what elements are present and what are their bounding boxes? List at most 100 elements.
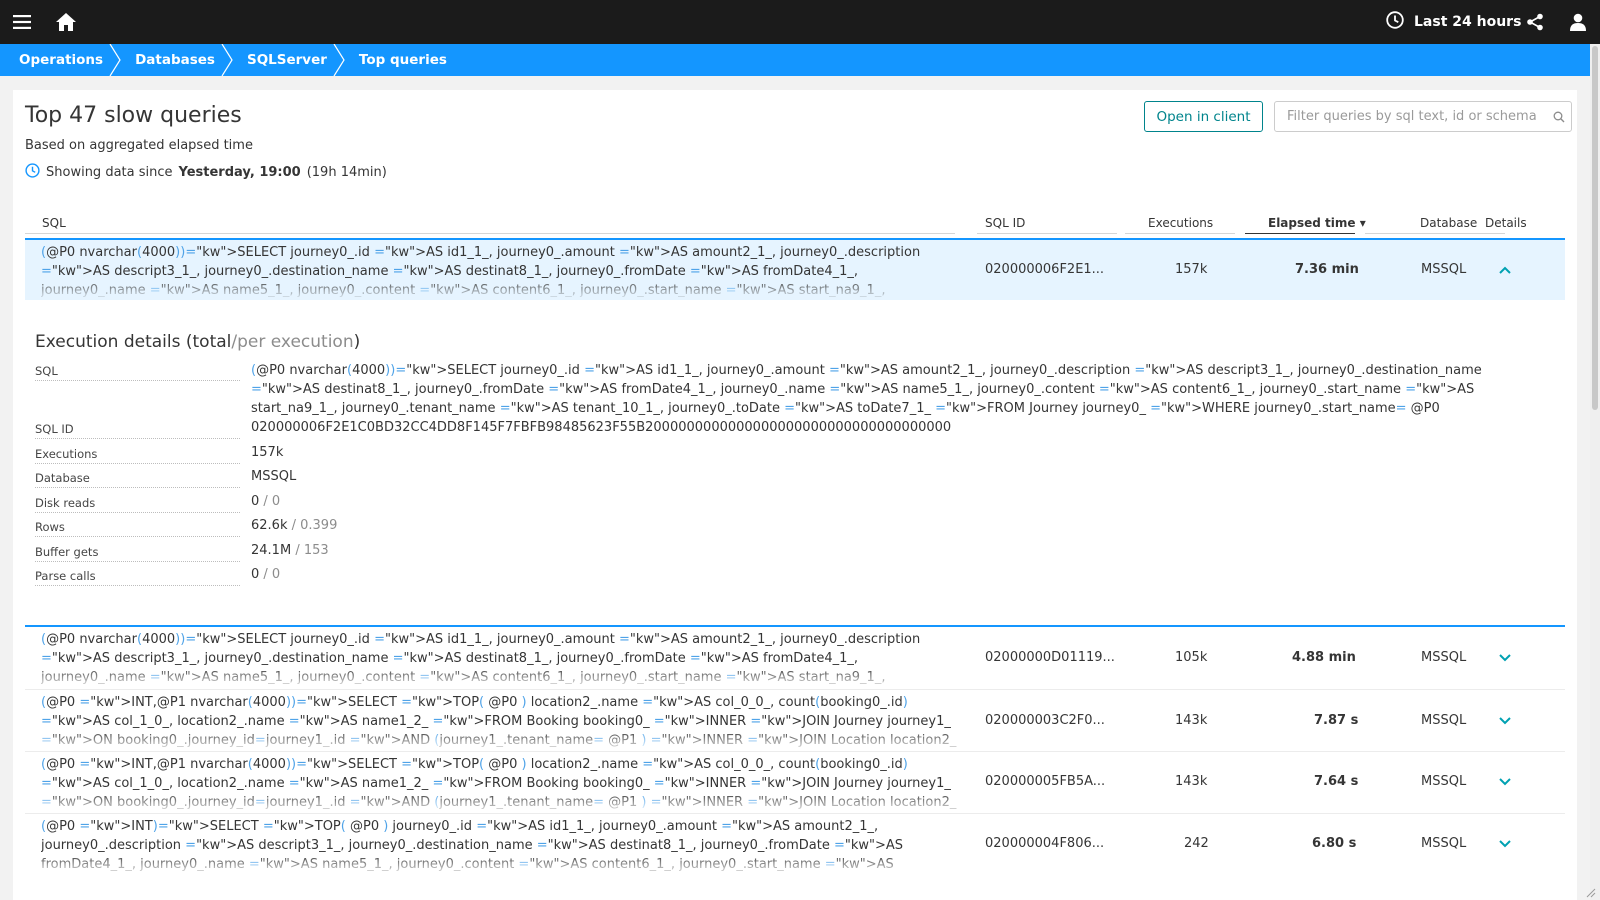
detail-total: 24.1M — [251, 543, 292, 558]
execution-details-title: Execution details (total/per execution) — [35, 332, 360, 352]
detail-label-text: SQL ID — [35, 422, 78, 436]
detail-value-database: MSSQL — [251, 469, 296, 484]
timeframe-label: Last 24 hours — [1414, 14, 1522, 30]
detail-value-buffer-gets: 24.1M / 153 — [251, 543, 329, 558]
column-header-database[interactable]: Database — [1420, 216, 1477, 230]
header-divider-active — [1245, 233, 1355, 234]
header-divider — [1365, 233, 1505, 234]
filter-queries-input[interactable] — [1275, 102, 1547, 131]
detail-per-execution: / 0 — [263, 567, 281, 582]
detail-value-disk-reads: 0 / 0 — [251, 494, 280, 509]
menu-icon[interactable] — [0, 0, 44, 44]
executions-cell: 143k — [1175, 774, 1208, 789]
text-fade — [41, 278, 961, 300]
detail-total: 020000006F2E1C0BD32CC4DD8F145F7FBFB98485… — [251, 420, 952, 435]
page-title: Top 47 slow queries — [25, 103, 242, 128]
detail-label-database: Database — [35, 471, 240, 488]
resize-grip-icon[interactable] — [1584, 886, 1596, 898]
sql-id-cell: 020000006F2E1... — [985, 262, 1105, 277]
clock-icon — [25, 163, 40, 182]
executions-cell: 143k — [1175, 713, 1208, 728]
filter-box — [1274, 101, 1572, 132]
home-icon[interactable] — [44, 0, 88, 44]
elapsed-time-cell: 4.88 min — [1292, 650, 1356, 665]
scrollbar-thumb[interactable] — [1592, 46, 1598, 410]
data-since-info: Showing data since Yesterday, 19:00 (19h… — [25, 163, 387, 182]
column-header-elapsed-time[interactable]: Elapsed time ▾ — [1268, 216, 1366, 230]
text-fade — [41, 792, 961, 814]
database-cell: MSSQL — [1421, 836, 1467, 851]
database-cell: MSSQL — [1421, 774, 1467, 789]
user-icon[interactable] — [1556, 0, 1600, 44]
detail-total: 0 — [251, 567, 260, 582]
detail-per-execution: / 153 — [295, 543, 329, 558]
breadcrumb-sqlserver[interactable]: SQLServer — [227, 44, 345, 76]
database-cell: MSSQL — [1421, 713, 1467, 728]
expand-chevron-down-icon[interactable] — [1495, 834, 1515, 854]
detail-label-sql: SQL — [35, 364, 240, 381]
detail-value-rows: 62.6k / 0.399 — [251, 518, 337, 533]
table-row[interactable]: (@P0 nvarchar(4000))="kw">SELECT journey… — [25, 627, 1565, 689]
executions-cell: 242 — [1184, 836, 1209, 851]
sql-cell: (@P0 nvarchar(4000))="kw">SELECT journey… — [41, 240, 961, 300]
table-row[interactable]: (@P0 ="kw">INT)="kw">SELECT ="kw">TOP( @… — [25, 814, 1565, 876]
table-header: SQL SQL ID Executions Elapsed time ▾ Dat… — [25, 208, 1565, 240]
table-row[interactable]: (@P0 ="kw">INT,@P1 nvarchar(4000))="kw">… — [25, 752, 1565, 814]
open-in-client-button[interactable]: Open in client — [1144, 101, 1263, 132]
breadcrumb-operations[interactable]: Operations — [0, 44, 121, 76]
table-row[interactable]: (@P0 nvarchar(4000))="kw">SELECT journey… — [25, 238, 1565, 300]
breadcrumb: Operations Databases SQLServer Top queri… — [0, 44, 1590, 76]
expand-chevron-down-icon[interactable] — [1495, 711, 1515, 731]
details-title-end: ) — [353, 332, 361, 352]
sql-cell: (@P0 nvarchar(4000))="kw">SELECT journey… — [41, 627, 961, 689]
page-subtitle: Based on aggregated elapsed time — [25, 138, 253, 153]
elapsed-time-cell: 7.64 s — [1314, 774, 1359, 789]
breadcrumb-label: SQLServer — [246, 52, 327, 68]
since-prefix: Showing data since — [46, 165, 173, 180]
database-cell: MSSQL — [1421, 262, 1467, 277]
detail-label-buffer-gets: Buffer gets — [35, 545, 240, 562]
top-queries-panel: Top 47 slow queries Based on aggregated … — [13, 90, 1577, 900]
page-scrollbar[interactable] — [1590, 44, 1600, 900]
column-header-executions[interactable]: Executions — [1148, 216, 1213, 230]
detail-label-text: SQL — [35, 364, 62, 378]
sql-cell: (@P0 ="kw">INT)="kw">SELECT ="kw">TOP( @… — [41, 814, 961, 876]
expand-chevron-down-icon[interactable] — [1495, 772, 1515, 792]
elapsed-time-cell: 6.80 s — [1312, 836, 1357, 851]
detail-per-execution: / 0.399 — [291, 518, 338, 533]
detail-label-rows: Rows — [35, 520, 240, 537]
detail-label-text: Executions — [35, 447, 102, 461]
column-header-sql-id[interactable]: SQL ID — [985, 216, 1025, 230]
detail-label-disk-reads: Disk reads — [35, 496, 240, 513]
sql-cell: (@P0 ="kw">INT,@P1 nvarchar(4000))="kw">… — [41, 690, 961, 752]
expand-chevron-down-icon[interactable] — [1495, 648, 1515, 668]
detail-label-parse-calls: Parse calls — [35, 569, 240, 586]
breadcrumb-label: Databases — [135, 52, 215, 68]
clock-icon — [1386, 11, 1404, 33]
breadcrumb-top-queries[interactable]: Top queries — [339, 44, 459, 76]
detail-value-executions: 157k — [251, 445, 283, 460]
detail-label-sql-id: SQL ID — [35, 422, 240, 439]
breadcrumb-label: Operations — [19, 52, 104, 68]
elapsed-time-cell: 7.36 min — [1295, 262, 1359, 277]
table-row[interactable]: (@P0 ="kw">INT,@P1 nvarchar(4000))="kw">… — [25, 690, 1565, 752]
top-navigation-bar: Last 24 hours — [0, 0, 1600, 44]
detail-label-text: Parse calls — [35, 569, 100, 583]
detail-label-executions: Executions — [35, 447, 240, 464]
collapse-chevron-up-icon[interactable] — [1495, 260, 1515, 280]
text-fade — [41, 854, 961, 876]
detail-label-text: Database — [35, 471, 94, 485]
text-fade — [41, 730, 961, 752]
timeframe-selector[interactable]: Last 24 hours — [1386, 0, 1521, 44]
detail-per-execution: / 0 — [263, 494, 281, 509]
detail-sql-full: (@P0 nvarchar(4000))="kw">SELECT journey… — [251, 363, 1482, 416]
detail-label-text: Buffer gets — [35, 545, 103, 559]
detail-total: 0 — [251, 494, 260, 509]
share-icon[interactable] — [1513, 0, 1557, 44]
sql-cell: (@P0 ="kw">INT,@P1 nvarchar(4000))="kw">… — [41, 752, 961, 814]
since-duration: (19h 14min) — [306, 165, 387, 180]
breadcrumb-databases[interactable]: Databases — [115, 44, 233, 76]
search-icon[interactable] — [1547, 111, 1571, 123]
column-header-sql[interactable]: SQL — [42, 216, 66, 230]
text-fade — [41, 667, 961, 689]
